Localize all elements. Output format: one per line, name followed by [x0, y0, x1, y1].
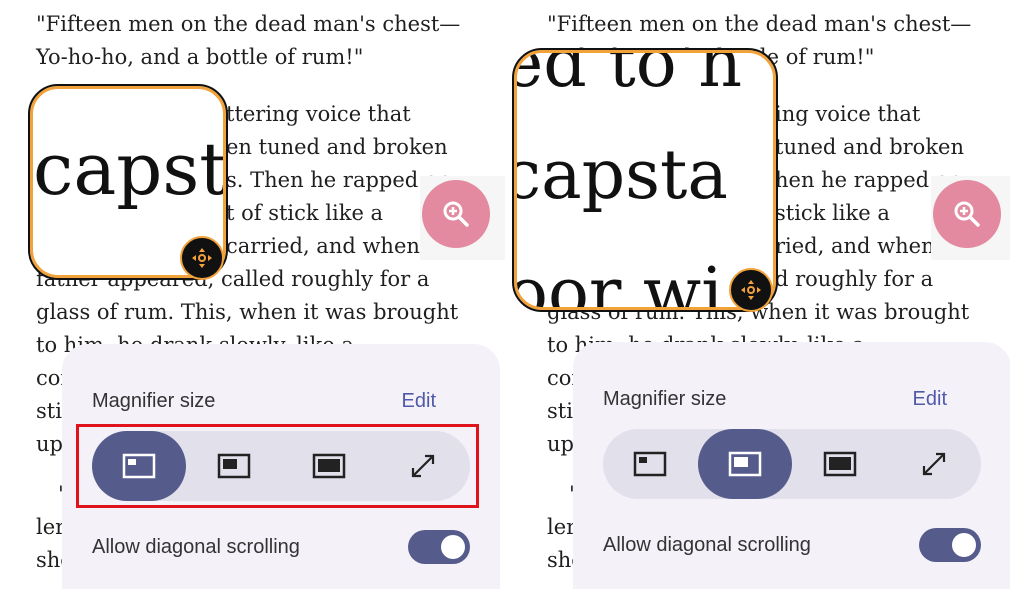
- medium-window-icon: [728, 451, 762, 477]
- magnifier-settings-sheet: Magnifier size Edit Allow diagonal scrol…: [573, 342, 1010, 589]
- text-line: d roughly for a: [775, 267, 934, 291]
- magnifier-size-selector: [603, 429, 981, 499]
- magnified-text: ed to h: [514, 50, 743, 103]
- diagonal-scrolling-label: Allow diagonal scrolling: [603, 534, 811, 556]
- toggle-knob: [441, 535, 465, 559]
- magnify-fab[interactable]: [422, 180, 490, 248]
- selection-highlight-box: [76, 424, 479, 508]
- move-icon: [192, 248, 212, 268]
- text-line: t of stick like a: [226, 201, 384, 225]
- size-option-large[interactable]: [793, 429, 887, 499]
- text-line: tuned and broken: [775, 135, 964, 159]
- magnifier-drag-handle[interactable]: [180, 236, 224, 280]
- text-line: ler: [36, 515, 66, 539]
- edit-button[interactable]: Edit: [402, 390, 436, 413]
- diagonal-scrolling-toggle[interactable]: [408, 530, 470, 564]
- large-window-icon: [823, 451, 857, 477]
- size-option-medium[interactable]: [698, 429, 792, 499]
- text-line: up: [547, 432, 574, 456]
- toggle-knob: [952, 533, 976, 557]
- magnifier-size-title: Magnifier size: [603, 388, 727, 410]
- magnified-text: capst: [33, 127, 226, 211]
- diagonal-scrolling-label: Allow diagonal scrolling: [92, 536, 300, 558]
- text-line: ing voice that: [775, 102, 921, 126]
- right-screenshot-panel: "Fifteen men on the dead man's chest— Yo…: [511, 0, 1010, 589]
- text-line: "Fifteen men on the dead man's chest—: [547, 12, 972, 36]
- diagonal-scrolling-toggle[interactable]: [919, 528, 981, 562]
- magnified-text: capsta: [514, 136, 728, 215]
- magnifier-size-title: Magnifier size: [92, 390, 216, 412]
- text-line: Yo-ho-ho, and a bottle of rum!": [36, 45, 364, 69]
- zoom-in-icon: [954, 201, 980, 227]
- text-line: ttering voice that: [226, 102, 411, 126]
- edit-button[interactable]: Edit: [913, 388, 947, 411]
- small-window-icon: [633, 451, 667, 477]
- text-line: en tuned and broken: [226, 135, 448, 159]
- text-line: ler: [547, 515, 577, 539]
- text-line: stick like a: [775, 201, 890, 225]
- magnified-text: oor wi: [514, 254, 723, 310]
- magnifier-window[interactable]: ed to h capsta oor wi: [512, 48, 778, 312]
- move-icon: [741, 280, 761, 300]
- text-line: glass of rum. This, when it was brought: [36, 300, 459, 324]
- fullscreen-icon: [922, 452, 946, 476]
- text-line: up: [36, 432, 63, 456]
- size-option-fullscreen[interactable]: [887, 429, 981, 499]
- text-line: "Fifteen men on the dead man's chest—: [36, 12, 461, 36]
- magnify-fab[interactable]: [933, 180, 1001, 248]
- text-line: sti: [36, 399, 62, 423]
- magnifier-drag-handle[interactable]: [729, 268, 773, 312]
- text-line: s. Then he rapped on: [226, 168, 452, 192]
- text-line: sti: [547, 399, 573, 423]
- size-option-small[interactable]: [603, 429, 697, 499]
- zoom-in-icon: [443, 201, 469, 227]
